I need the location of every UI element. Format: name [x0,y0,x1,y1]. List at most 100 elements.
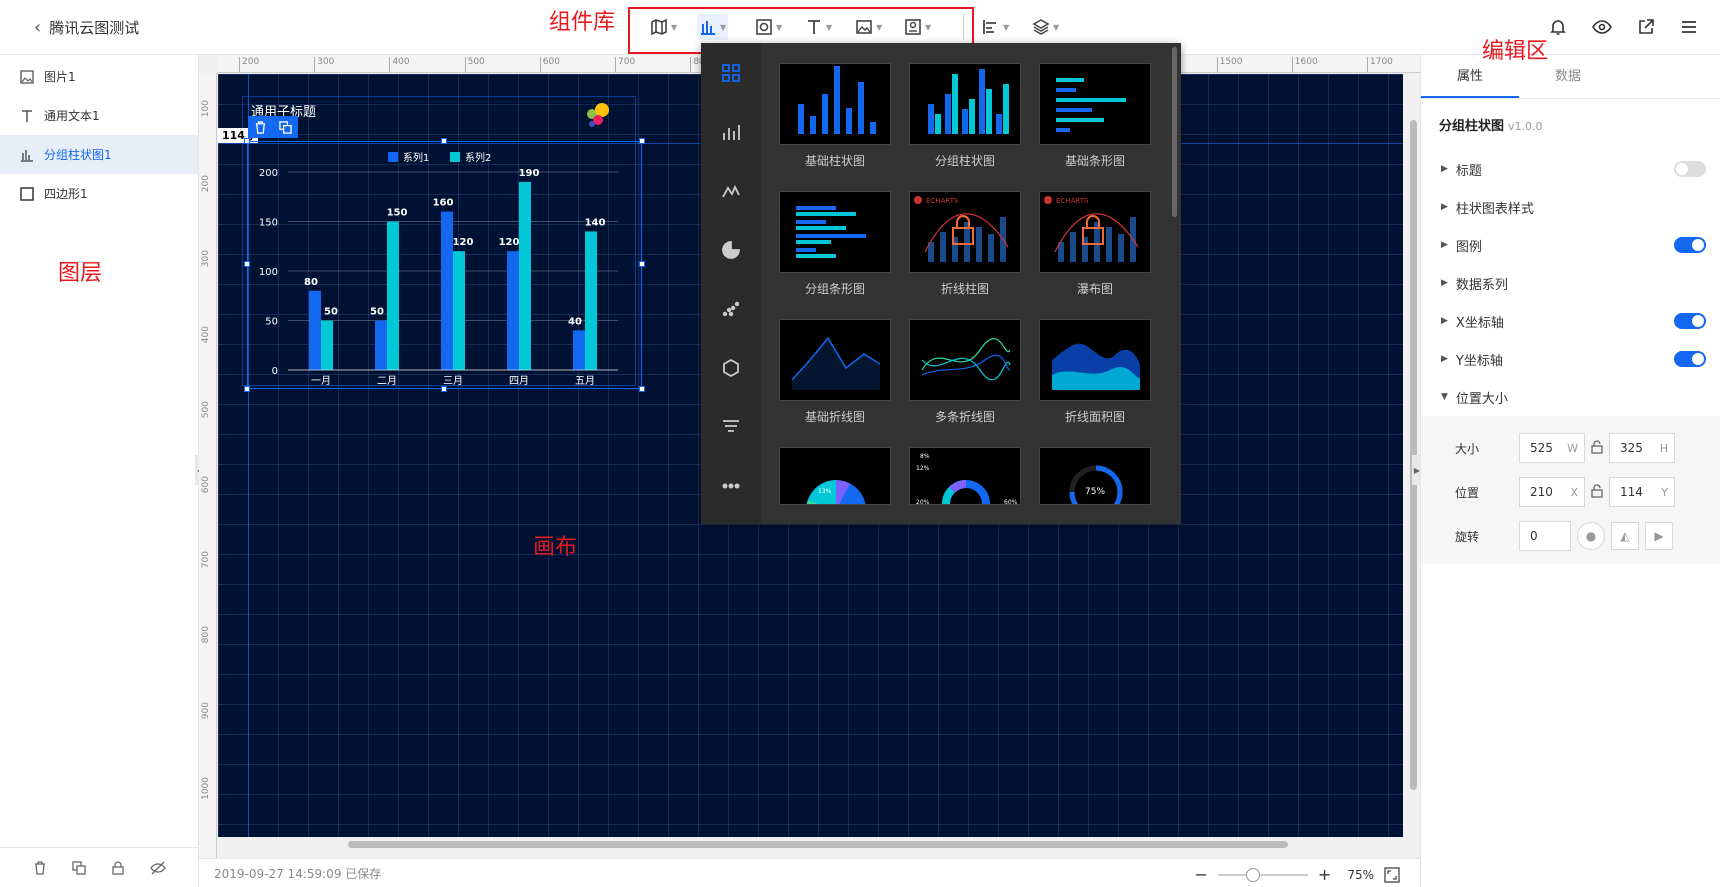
fit-screen-icon[interactable] [1384,866,1400,883]
section-toggle[interactable] [1674,351,1706,367]
notification-button[interactable] [1545,14,1571,40]
library-card-ghbars[interactable]: 分组条形图 [779,191,891,297]
library-card-hbars[interactable]: 基础条形图 [1039,63,1151,169]
flip-horizontal-icon[interactable]: ◭ [1611,522,1639,550]
preview-button[interactable] [1589,14,1615,40]
section-3[interactable]: ▶ 数据系列 [1421,264,1720,302]
copy-icon[interactable] [72,860,86,875]
resize-handle[interactable] [639,138,645,144]
library-category-pie-chart[interactable] [701,220,761,279]
layer-item-rect[interactable]: 四边形1 [0,174,198,213]
library-card-pie[interactable]: 13%20%55% [779,447,891,505]
width-input[interactable]: 525 W [1519,433,1585,463]
ruler-tick-label: 300 [201,250,211,268]
section-4[interactable]: ▶ X坐标轴 [1421,302,1720,340]
section-2[interactable]: ▶ 图例 [1421,226,1720,264]
resize-handle[interactable] [441,386,447,392]
section-0[interactable]: ▶ 标题 [1421,150,1720,188]
section-toggle[interactable] [1674,313,1706,329]
y-input[interactable]: 114 Y [1609,477,1675,507]
resize-handle[interactable] [244,261,250,267]
resize-handle[interactable] [244,138,250,144]
library-card-locked[interactable]: ECHARTS 瀑布图 [1039,191,1151,297]
bar [321,320,333,370]
zoom-slider-knob[interactable] [1245,867,1260,882]
library-card-gbars[interactable]: 分组柱状图 [909,63,1021,169]
library-card-ring[interactable]: 75% [1039,447,1151,505]
copy-icon[interactable] [279,120,292,134]
height-input[interactable]: 325 H [1609,433,1675,463]
eye-off-icon[interactable] [150,861,167,875]
trash-icon[interactable] [33,860,47,875]
y-tick-label: 150 [259,218,278,229]
size-position-panel: 大小 525 W 325 H 位置 210 X 114 Y 旋转 0 ● ◭ ▶ [1421,416,1720,564]
library-category-hexagon[interactable] [701,338,761,397]
library-category-bar-chart[interactable] [701,102,761,161]
caret-right-icon: ▶ [1441,354,1448,364]
zoom-in-button[interactable]: + [1318,865,1331,884]
section-5[interactable]: ▶ Y坐标轴 [1421,340,1720,378]
component-version: v1.0.0 [1508,120,1543,133]
layer-item-text[interactable]: 通用文本1 [0,96,198,135]
zoom-slider[interactable] [1217,867,1308,882]
library-card-line[interactable]: 基础折线图 [779,319,891,425]
grid-icon [722,63,740,82]
y-tick-label: 200 [259,168,278,179]
publish-button[interactable] [1633,14,1659,40]
section-toggle[interactable] [1674,237,1706,253]
section-label: 数据系列 [1455,277,1508,293]
image-tool[interactable]: ▼ [855,14,882,40]
map-tool[interactable]: ▼ [650,14,677,40]
horizontal-scrollbar[interactable] [348,841,1288,848]
x-input[interactable]: 210 X [1519,477,1585,507]
library-category-scatter[interactable] [701,279,761,338]
save-status: 2019-09-27 14:59:09 已保存 [214,866,382,881]
layer-order-tool[interactable]: ▼ [1032,14,1059,40]
section-6[interactable]: ▼ 位置大小 [1421,378,1720,416]
logo-image[interactable] [580,100,616,130]
trash-icon[interactable] [254,120,267,134]
bar [309,290,321,370]
aspect-lock-icon[interactable] [1585,439,1609,457]
library-card-bars[interactable]: 基础柱状图 [779,63,891,169]
library-category-funnel[interactable] [701,397,761,456]
rotate-dial-icon[interactable]: ● [1577,522,1605,550]
align-tool[interactable]: ▼ [982,14,1009,40]
zoom-out-button[interactable]: − [1195,865,1208,884]
layer-item-image[interactable]: 图片1 [0,57,198,96]
chart-thumbnail: 13%20%55% [779,447,891,505]
layer-item-grouped-bar[interactable]: 分组柱状图1 [0,135,198,174]
library-scrollbar[interactable] [1172,47,1177,217]
x-tick-label: 四月 [509,375,529,387]
menu-button[interactable] [1676,14,1702,40]
media-tool[interactable]: ▼ [755,14,782,40]
back-button[interactable]: ‹ 腾讯云图测试 [34,17,139,38]
library-category-grid[interactable] [701,43,761,102]
lock-icon[interactable] [111,860,125,875]
bar-chart-icon [723,124,740,140]
chart-thumbnail: ECHARTS [1039,191,1151,273]
resize-handle[interactable] [639,261,645,267]
resize-handle[interactable] [639,386,645,392]
bar-chart-icon [701,21,715,35]
section-toggle[interactable] [1674,161,1706,177]
library-category-more[interactable] [701,456,761,515]
grouped-bar-chart-component[interactable]: 0 50 100 150 200 系列1 系列2 80 50 一月 50 150 二月 160 120 三月 1… [244,138,645,392]
section-1[interactable]: ▶ 柱状图表样式 [1421,188,1720,226]
svg-text:13%: 13% [818,488,832,495]
library-card-donut[interactable]: 8% 12% 20% 60% [909,447,1021,505]
flip-vertical-icon[interactable]: ▶ [1645,522,1673,550]
library-card-locked[interactable]: ECHARTS 折线柱图 [909,191,1021,297]
chart-tool[interactable]: ▼ [697,14,729,40]
position-lock-icon[interactable] [1585,483,1609,501]
library-card-area[interactable]: 折线面积图 [1039,319,1151,425]
text-tool[interactable]: ▼ [805,14,832,40]
pie-chart-icon [722,240,740,259]
resize-handle[interactable] [244,386,250,392]
library-card-multiline[interactable]: 多条折线图 [909,319,1021,425]
rotate-input[interactable]: 0 [1519,521,1571,551]
resize-handle[interactable] [441,138,447,144]
library-category-line-chart[interactable] [701,161,761,220]
chart-thumbnail: 75% [1039,447,1151,505]
widget-tool[interactable]: ▼ [904,14,931,40]
